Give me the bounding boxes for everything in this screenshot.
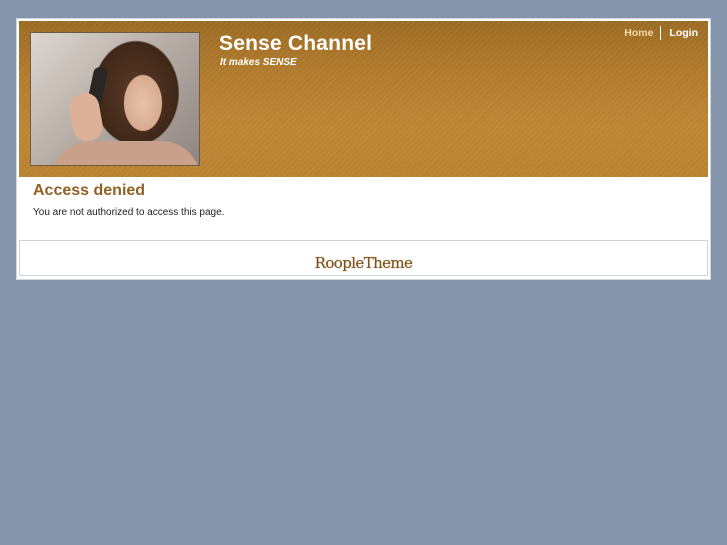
nav-home-link[interactable]: Home: [624, 27, 660, 39]
page-container: Sense Channel It makes SENSE Home Login …: [16, 18, 711, 280]
footer-theme-logo[interactable]: RoopleTheme: [20, 254, 707, 272]
access-denied-message: You are not authorized to access this pa…: [33, 207, 225, 218]
top-nav: Home Login: [624, 26, 698, 40]
header-photo: [30, 32, 200, 166]
page-title: Access denied: [33, 182, 146, 199]
site-name[interactable]: Sense Channel: [219, 32, 372, 56]
nav-login-link[interactable]: Login: [661, 27, 698, 39]
site-slogan: It makes SENSE: [220, 57, 297, 68]
photo-shoulder: [51, 141, 199, 165]
site-header: Sense Channel It makes SENSE Home Login: [19, 21, 708, 177]
site-footer: RoopleTheme: [19, 240, 708, 276]
